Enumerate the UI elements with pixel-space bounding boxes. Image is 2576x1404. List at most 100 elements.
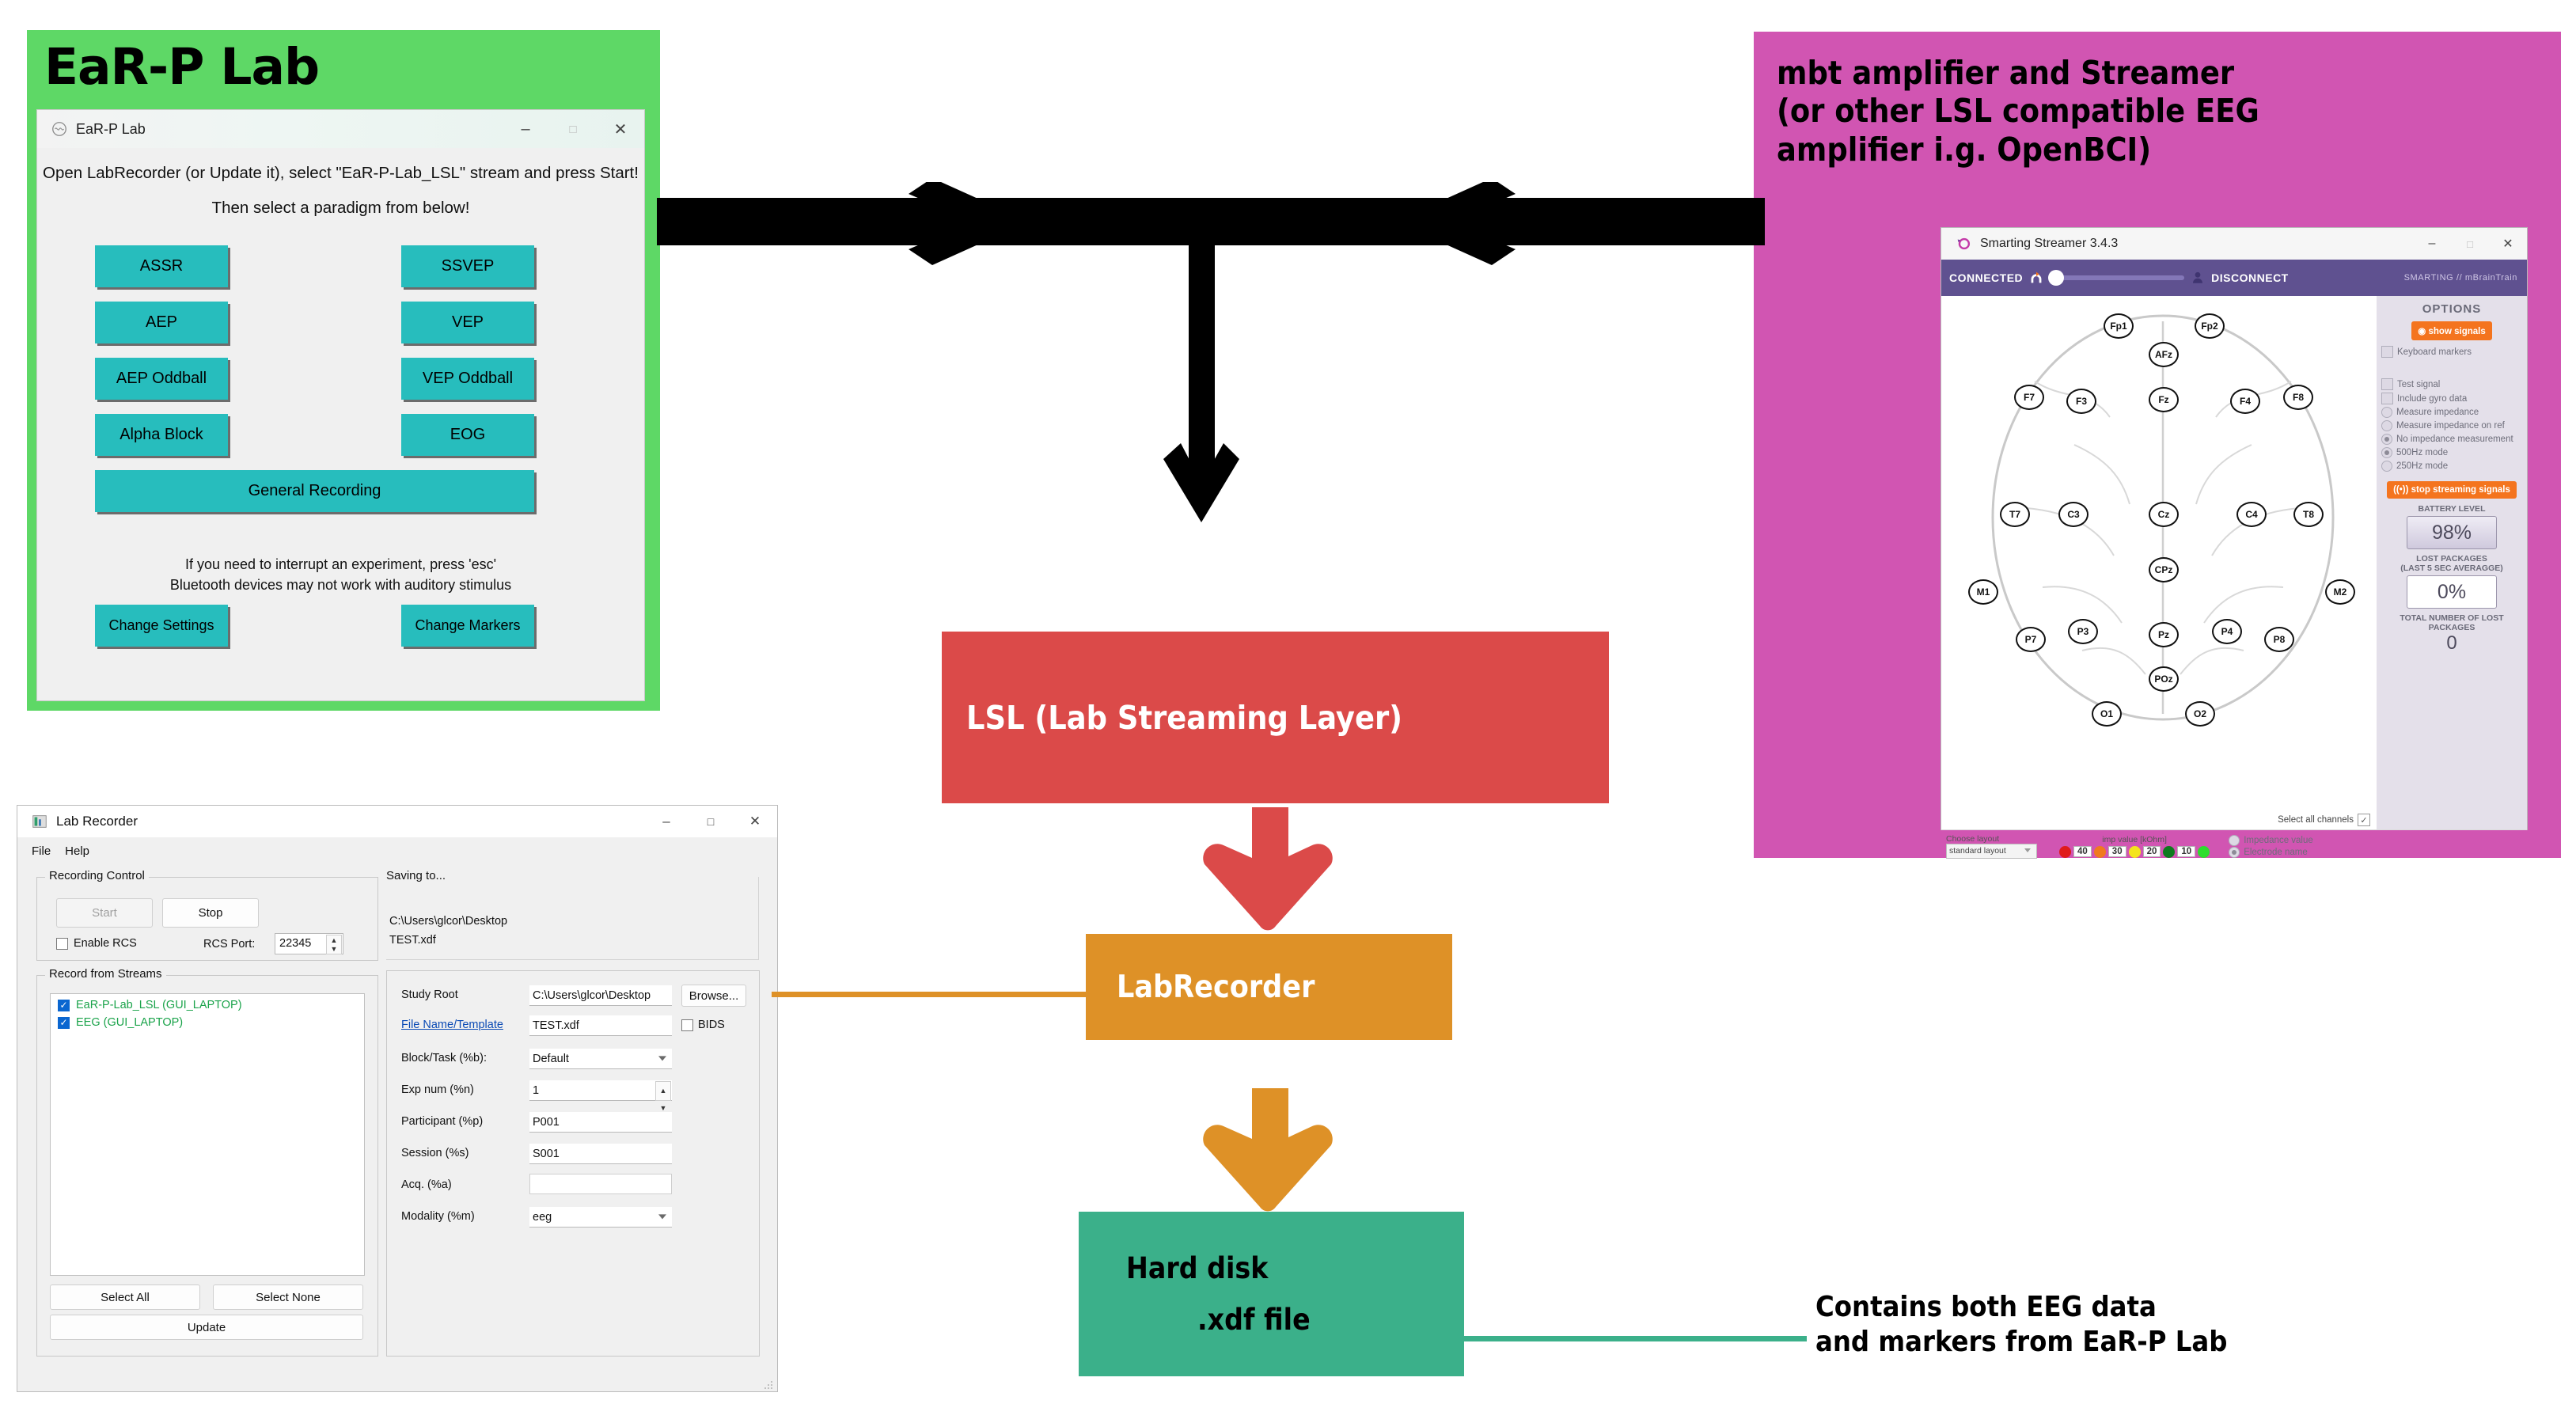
- keyboard-markers-checkbox[interactable]: [2381, 346, 2393, 358]
- electrode-t8[interactable]: T8: [2293, 502, 2324, 527]
- mode-250-row[interactable]: 250Hz mode: [2381, 461, 2527, 472]
- display-mode-group[interactable]: Impedance value Electrode name: [2229, 834, 2313, 859]
- stop-streaming-button[interactable]: ((•)) stop streaming signals: [2387, 481, 2517, 499]
- mode-500-row[interactable]: 500Hz mode: [2381, 447, 2527, 458]
- general-recording-button[interactable]: General Recording: [95, 470, 534, 512]
- bids-row[interactable]: BIDS: [681, 1019, 725, 1031]
- impedance-value-radio[interactable]: [2229, 834, 2240, 846]
- electrode-layout[interactable]: Fp1 Fp2 AFz F7 F3 Fz F4 F8 T7 C3 Cz C4 T8 CPz M1 M2 P7 P3…: [1941, 296, 2377, 829]
- electrode-f8[interactable]: F8: [2283, 385, 2313, 410]
- change-settings-button[interactable]: Change Settings: [95, 605, 228, 647]
- stream-checkbox[interactable]: ✓: [58, 999, 70, 1011]
- participant-input[interactable]: P001: [529, 1112, 672, 1133]
- start-button[interactable]: Start: [56, 898, 153, 928]
- update-button[interactable]: Update: [50, 1315, 363, 1340]
- enable-rcs-checkbox[interactable]: [56, 937, 68, 950]
- paradigm-button-assr[interactable]: ASSR: [95, 245, 228, 287]
- stream-list-item[interactable]: ✓ EEG (GUI_LAPTOP): [58, 1016, 364, 1029]
- electrode-fp1[interactable]: Fp1: [2104, 313, 2134, 339]
- choose-layout-group[interactable]: Choose layout standard layout: [1946, 834, 2037, 859]
- file-name-template-link[interactable]: File Name/Template: [401, 1019, 503, 1031]
- measure-impedance-ref-radio[interactable]: [2381, 420, 2392, 431]
- electrode-m2[interactable]: M2: [2325, 579, 2355, 605]
- electrode-poz[interactable]: POz: [2149, 666, 2179, 692]
- electrode-c4[interactable]: C4: [2236, 502, 2267, 527]
- electrode-p7[interactable]: P7: [2016, 627, 2046, 652]
- file-name-template-input[interactable]: TEST.xdf: [529, 1015, 672, 1036]
- electrode-name-radio[interactable]: [2229, 846, 2240, 858]
- paradigm-button-alpha-block[interactable]: Alpha Block: [95, 414, 228, 456]
- change-markers-button[interactable]: Change Markers: [401, 605, 534, 647]
- maximize-icon[interactable]: □: [2451, 228, 2489, 260]
- paradigm-button-eog[interactable]: EOG: [401, 414, 534, 456]
- close-icon[interactable]: ✕: [2489, 228, 2527, 260]
- layout-select[interactable]: standard layout: [1946, 843, 2037, 859]
- study-root-input[interactable]: C:\Users\glcor\Desktop: [529, 985, 672, 1006]
- exp-num-stepper[interactable]: ▲ ▼: [655, 1081, 671, 1112]
- test-signal-row[interactable]: Test signal: [2381, 378, 2527, 390]
- browse-button[interactable]: Browse...: [681, 985, 746, 1007]
- impedance-value-row[interactable]: Impedance value: [2229, 834, 2313, 846]
- minimize-icon[interactable]: –: [644, 806, 689, 837]
- select-all-channels-checkbox[interactable]: ✓: [2358, 814, 2370, 826]
- rcs-port-stepper[interactable]: ▲ ▼: [326, 935, 342, 954]
- stream-checkbox[interactable]: ✓: [58, 1016, 70, 1029]
- slider-handle[interactable]: [2048, 270, 2065, 286]
- show-signals-button[interactable]: ◉ show signals: [2411, 321, 2492, 340]
- maximize-icon[interactable]: □: [549, 110, 597, 148]
- select-none-button[interactable]: Select None: [213, 1284, 363, 1310]
- electrode-f4[interactable]: F4: [2230, 389, 2260, 414]
- rcs-port-field[interactable]: 22345 ▲ ▼: [275, 933, 343, 954]
- measure-impedance-ref-row[interactable]: Measure impedance on ref: [2381, 420, 2527, 431]
- paradigm-button-aep[interactable]: AEP: [95, 302, 228, 343]
- electrode-fp2[interactable]: Fp2: [2195, 313, 2225, 339]
- stop-button[interactable]: Stop: [162, 898, 259, 928]
- resize-grip[interactable]: [764, 1379, 774, 1389]
- select-all-button[interactable]: Select All: [50, 1284, 200, 1310]
- no-impedance-radio[interactable]: [2381, 434, 2392, 445]
- electrode-o1[interactable]: O1: [2092, 701, 2122, 727]
- exp-num-input[interactable]: 1 ▲ ▼: [529, 1080, 672, 1112]
- menu-item-help[interactable]: Help: [65, 844, 89, 858]
- electrode-name-row[interactable]: Electrode name: [2229, 846, 2313, 858]
- bids-checkbox[interactable]: [681, 1019, 693, 1031]
- electrode-t7[interactable]: T7: [2000, 502, 2030, 527]
- minimize-icon[interactable]: –: [502, 110, 549, 148]
- include-gyro-checkbox[interactable]: [2381, 393, 2393, 404]
- maximize-icon[interactable]: □: [689, 806, 733, 837]
- paradigm-button-vep-oddball[interactable]: VEP Oddball: [401, 358, 534, 400]
- mode-250-radio[interactable]: [2381, 461, 2392, 472]
- connection-slider[interactable]: [2048, 270, 2185, 286]
- paradigm-button-ssvep[interactable]: SSVEP: [401, 245, 534, 287]
- menu-item-file[interactable]: File: [32, 844, 51, 858]
- close-icon[interactable]: ✕: [733, 806, 777, 837]
- electrode-p4[interactable]: P4: [2212, 619, 2242, 644]
- electrode-c3[interactable]: C3: [2058, 502, 2088, 527]
- stream-list-item[interactable]: ✓ EaR-P-Lab_LSL (GUI_LAPTOP): [58, 999, 364, 1011]
- enable-rcs-row[interactable]: Enable RCS: [56, 937, 137, 950]
- paradigm-button-vep[interactable]: VEP: [401, 302, 534, 343]
- electrode-cz[interactable]: Cz: [2149, 502, 2179, 527]
- electrode-p3[interactable]: P3: [2068, 619, 2098, 644]
- electrode-f3[interactable]: F3: [2066, 389, 2096, 414]
- electrode-pz[interactable]: Pz: [2149, 622, 2179, 647]
- electrode-fz[interactable]: Fz: [2149, 387, 2179, 412]
- electrode-cpz[interactable]: CPz: [2149, 557, 2179, 582]
- no-impedance-row[interactable]: No impedance measurement: [2381, 434, 2527, 445]
- keyboard-markers-row[interactable]: Keyboard markers: [2381, 346, 2527, 358]
- measure-impedance-row[interactable]: Measure impedance: [2381, 407, 2527, 418]
- electrode-m1[interactable]: M1: [1968, 579, 1998, 605]
- minimize-icon[interactable]: –: [2413, 228, 2451, 260]
- mode-500-radio[interactable]: [2381, 447, 2392, 458]
- block-task-select[interactable]: Default: [529, 1049, 672, 1069]
- paradigm-button-aep-oddball[interactable]: AEP Oddball: [95, 358, 228, 400]
- electrode-f7[interactable]: F7: [2014, 385, 2044, 410]
- electrode-afz[interactable]: AFz: [2149, 342, 2179, 367]
- electrode-o2[interactable]: O2: [2185, 701, 2215, 727]
- acq-input[interactable]: [529, 1174, 672, 1194]
- test-signal-checkbox[interactable]: [2381, 378, 2393, 390]
- select-all-channels-row[interactable]: Select all channels ✓: [2278, 814, 2370, 826]
- measure-impedance-radio[interactable]: [2381, 407, 2392, 418]
- stream-list[interactable]: ✓ EaR-P-Lab_LSL (GUI_LAPTOP) ✓ EEG (GUI_LAP…: [50, 993, 365, 1276]
- disconnect-button[interactable]: DISCONNECT: [2211, 271, 2289, 284]
